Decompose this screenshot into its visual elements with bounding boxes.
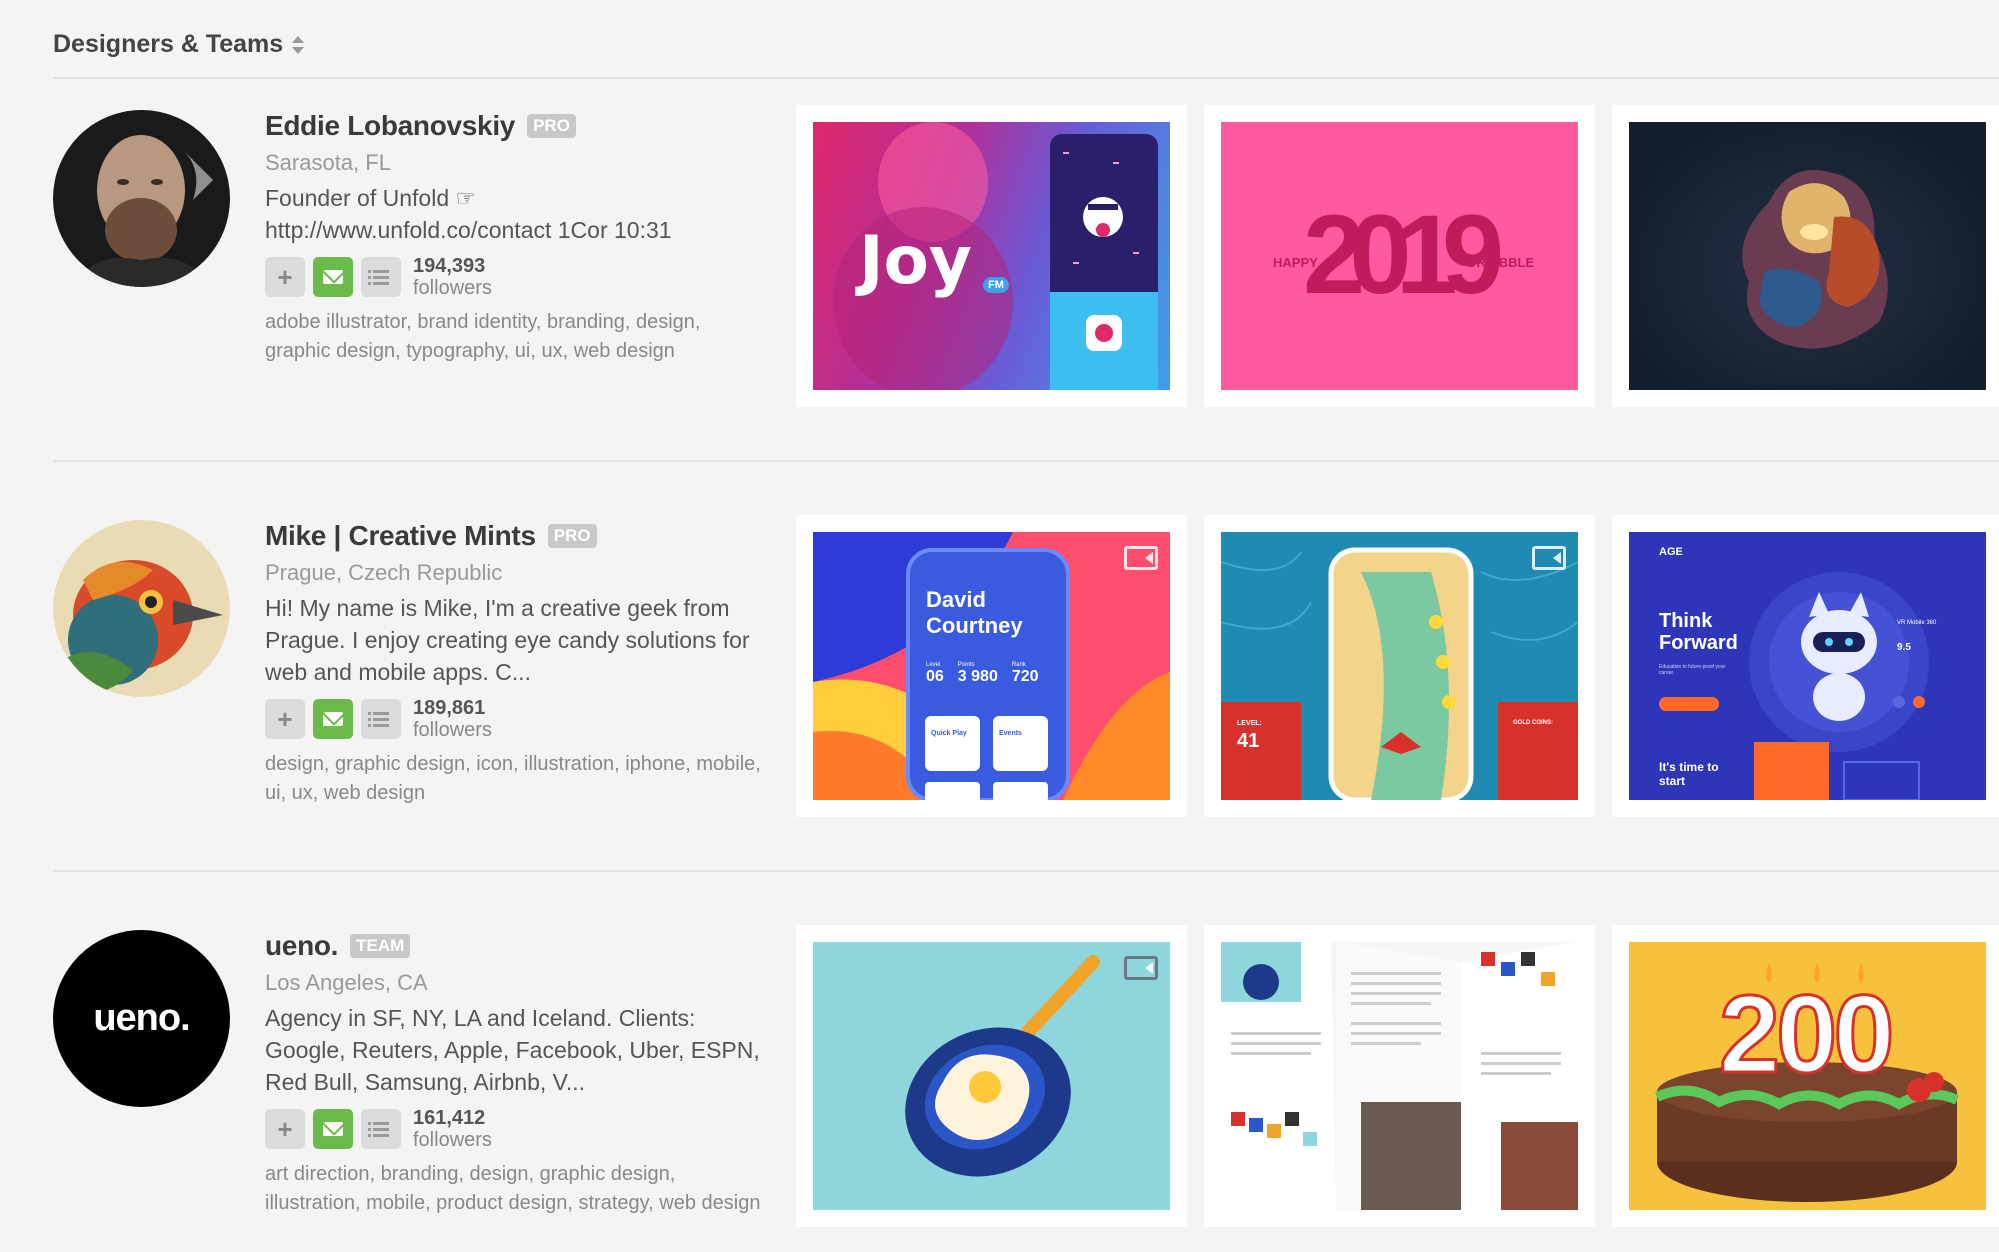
action-bar: + 194,393 followers [265,255,765,299]
designer-bio: Founder of Unfold ☞ http://www.unfold.co… [265,182,765,246]
followers-count: 189,861 [413,697,486,719]
video-icon [1124,546,1158,570]
stat-value: 720 [1011,668,1039,685]
designer-name[interactable]: Mike | Creative Mints [265,520,536,552]
bio-link[interactable]: http://www.unfold.co/contact 1Cor 10:31 [265,214,765,246]
level-label: LEVEL: [1237,720,1262,727]
ueno-logo: ueno. [93,997,190,1039]
shot-thumbnail[interactable]: Joy FM [796,105,1187,407]
followers-stat[interactable]: 161,412 followers [413,1107,492,1151]
designer-name[interactable]: Eddie Lobanovskiy [265,110,515,142]
avatar[interactable]: ueno. [53,930,230,1107]
candle-number: 200 [1718,972,1897,1098]
designer-location: Prague, Czech Republic [265,560,503,585]
designer-name[interactable]: ueno. [265,930,338,962]
shot-thumbnail[interactable]: LEVEL: 41 GOLD COINS: [1204,515,1595,817]
shot-side-label: VR Mobile 360 [1897,620,1937,626]
followers-label: followers [413,1129,492,1151]
stat-value: 3 980 [957,668,998,685]
add-to-list-button[interactable] [361,257,401,297]
shot-subtitle: Education to future-proof your career. [1659,664,1726,676]
followers-count: 194,393 [413,255,486,277]
skill-tags: art direction, branding, design, graphic… [265,1163,761,1214]
add-to-list-button[interactable] [361,699,401,739]
pro-badge: PRO [547,524,597,548]
mail-icon [323,270,343,284]
followers-stat[interactable]: 194,393 followers [413,255,492,299]
message-button[interactable] [313,699,353,739]
video-icon [1124,956,1158,980]
avatar[interactable] [53,520,230,697]
card-label: Events [999,730,1022,737]
shot-thumbnail[interactable] [1612,105,1999,407]
designer-location: Sarasota, FL [265,150,391,175]
shot-wordmark-sub: FM [983,277,1009,293]
designer-row: Mike | Creative Mints PRO Prague, Czech … [0,410,1999,817]
followers-label: followers [413,719,492,741]
shot-cta-text: It's time to start [1659,760,1719,788]
shot-headline: Think Forward [1659,610,1738,654]
plus-icon: + [277,703,293,734]
shot-wordmark: Joy [859,222,972,299]
designer-row: Eddie Lobanovskiy PRO Sarasota, FL Found… [0,0,1999,407]
designer-info: Eddie Lobanovskiy PRO Sarasota, FL Found… [265,108,765,366]
designer-info: Mike | Creative Mints PRO Prague, Czech … [265,518,765,808]
shot-side-value: 9.5 [1897,642,1911,653]
shot-thumbnail[interactable] [1204,925,1595,1227]
team-badge: TEAM [350,934,411,958]
shot-thumbnail[interactable] [796,925,1187,1227]
list-icon [368,269,389,285]
shot-thumbnail[interactable]: 200 [1612,925,1999,1227]
action-bar: + 189,861 followers [265,697,765,741]
coins-label: GOLD COINS: [1513,720,1553,726]
message-button[interactable] [313,257,353,297]
stat-value: 06 [926,668,944,685]
shot-text-right: DRIBBBLE [1467,255,1535,270]
mail-icon [323,712,343,726]
video-icon [1532,546,1566,570]
designer-info: ueno. TEAM Los Angeles, CA Agency in SF,… [265,928,765,1218]
bio-line: Founder of Unfold ☞ [265,185,477,211]
add-to-list-button[interactable] [361,1109,401,1149]
pro-badge: PRO [527,114,576,138]
follow-button[interactable]: + [265,699,305,739]
shot-thumbnail[interactable]: AGE Think Forward Education to future-pr… [1612,515,1999,817]
designer-bio: Agency in SF, NY, LA and Iceland. Client… [265,1005,760,1095]
mail-icon [323,1122,343,1136]
designer-location: Los Angeles, CA [265,970,428,995]
shot-thumbnail[interactable]: David Courtney Level 06 Points 3 980 Rank 7… [796,515,1187,817]
plus-icon: + [277,261,293,292]
list-icon [368,1121,389,1137]
shot-title: David Courtney [926,587,1023,638]
skill-tags: adobe illustrator, brand identity, brand… [265,311,701,362]
plus-icon: + [277,1113,293,1144]
card-label: Quick Play [931,730,967,737]
skill-tags: design, graphic design, icon, illustrati… [265,753,761,804]
level-value: 41 [1237,730,1260,752]
followers-label: followers [413,277,492,299]
shot-year: 2019 [1303,192,1504,317]
message-button[interactable] [313,1109,353,1149]
avatar[interactable] [53,110,230,287]
list-icon [368,711,389,727]
shot-brand: AGE [1659,546,1683,558]
followers-count: 161,412 [413,1107,486,1129]
follow-button[interactable]: + [265,257,305,297]
designer-row: ueno. ueno. TEAM Los Angeles, CA Agency … [0,820,1999,1227]
action-bar: + 161,412 followers [265,1107,765,1151]
follow-button[interactable]: + [265,1109,305,1149]
designer-bio: Hi! My name is Mike, I'm a creative geek… [265,595,750,685]
followers-stat[interactable]: 189,861 followers [413,697,492,741]
shot-thumbnail[interactable]: HAPPY 2019 DRIBBBLE [1204,105,1595,407]
